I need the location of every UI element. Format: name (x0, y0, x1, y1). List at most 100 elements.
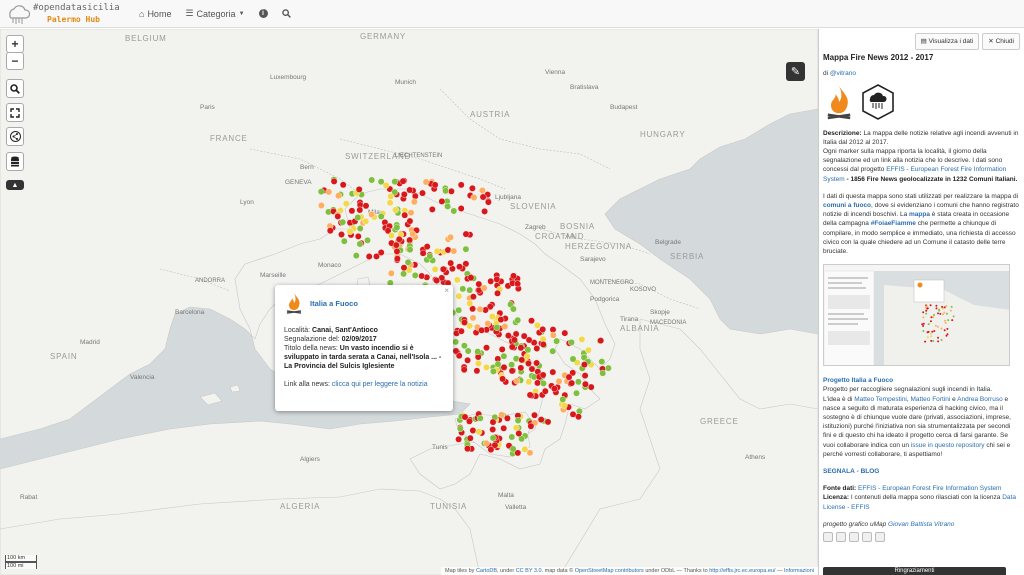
fire-marker[interactable] (494, 289, 501, 297)
fire-marker[interactable] (456, 425, 464, 432)
fire-marker[interactable] (355, 185, 363, 193)
fire-marker[interactable] (498, 411, 505, 419)
fire-marker[interactable] (433, 247, 441, 255)
fire-marker[interactable] (515, 430, 523, 437)
fire-marker[interactable] (400, 270, 407, 278)
fire-marker[interactable] (426, 252, 434, 260)
fire-marker[interactable] (457, 205, 465, 212)
fire-marker[interactable] (493, 324, 501, 331)
fire-marker[interactable] (484, 320, 492, 327)
fire-marker[interactable] (605, 364, 612, 372)
fire-marker[interactable] (452, 338, 460, 346)
fire-marker[interactable] (581, 361, 588, 368)
fire-marker[interactable] (464, 445, 471, 453)
fire-marker[interactable] (478, 326, 485, 334)
fire-marker[interactable] (447, 233, 454, 241)
fire-marker[interactable] (582, 380, 589, 388)
fire-marker[interactable] (460, 366, 468, 374)
fire-marker[interactable] (487, 277, 495, 285)
ringraziamenti-button[interactable]: Ringraziamenti (823, 567, 1006, 575)
fire-marker[interactable] (431, 181, 439, 189)
fire-marker[interactable] (399, 177, 407, 185)
fire-marker[interactable] (511, 336, 518, 344)
fire-marker[interactable] (356, 206, 364, 214)
fire-marker[interactable] (406, 236, 413, 244)
fire-marker[interactable] (559, 395, 567, 403)
fire-marker[interactable] (483, 363, 490, 371)
fire-marker[interactable] (581, 372, 589, 379)
fire-marker[interactable] (549, 347, 557, 355)
fire-marker[interactable] (513, 377, 521, 385)
fire-marker[interactable] (468, 184, 476, 192)
fire-marker[interactable] (499, 375, 506, 383)
fire-marker[interactable] (480, 284, 488, 292)
fire-marker[interactable] (549, 331, 557, 339)
fire-marker[interactable] (544, 418, 552, 426)
fire-marker[interactable] (317, 188, 325, 196)
fire-marker[interactable] (393, 247, 401, 255)
fire-marker[interactable] (466, 434, 474, 442)
fire-marker[interactable] (362, 217, 370, 225)
panel-author-link[interactable]: @vitrano (830, 70, 856, 77)
fire-marker[interactable] (418, 272, 426, 280)
fire-marker[interactable] (388, 232, 395, 239)
fire-marker[interactable] (462, 245, 470, 253)
fire-marker[interactable] (456, 263, 463, 271)
print-icon[interactable] (875, 532, 885, 543)
fire-marker[interactable] (489, 434, 497, 442)
fire-marker[interactable] (487, 446, 495, 453)
fire-marker[interactable] (464, 356, 471, 364)
fire-marker[interactable] (498, 345, 506, 353)
fire-marker[interactable] (508, 343, 516, 351)
fire-marker[interactable] (553, 337, 560, 345)
fire-marker[interactable] (599, 369, 607, 377)
fire-marker[interactable] (501, 323, 509, 330)
fire-marker[interactable] (460, 342, 468, 350)
fire-marker[interactable] (479, 193, 487, 201)
collapse-button[interactable]: ▲ (6, 180, 24, 190)
fire-marker[interactable] (461, 319, 468, 326)
fire-marker[interactable] (512, 424, 520, 432)
fire-marker[interactable] (362, 202, 370, 210)
fire-marker[interactable] (387, 192, 395, 200)
foiaefiamme-link[interactable]: #FoiaeFiamme (871, 220, 916, 227)
fire-marker[interactable] (470, 194, 478, 201)
fire-marker[interactable] (450, 247, 458, 255)
fire-marker[interactable] (447, 187, 455, 195)
fire-marker[interactable] (534, 379, 541, 387)
fire-marker[interactable] (551, 385, 558, 393)
fire-marker[interactable] (338, 231, 345, 238)
fire-marker[interactable] (533, 359, 540, 367)
fire-marker[interactable] (521, 445, 529, 453)
brand[interactable]: #opendatasicilia Palermo Hub (0, 0, 125, 28)
facebook-icon[interactable] (823, 532, 833, 543)
fire-marker[interactable] (528, 317, 535, 325)
fire-marker[interactable] (339, 181, 347, 189)
fire-marker[interactable] (447, 259, 455, 267)
fire-marker[interactable] (476, 305, 484, 313)
popup-news-link[interactable]: clicca qui per leggere la notizia (332, 381, 428, 388)
fire-marker[interactable] (500, 352, 508, 360)
attr-cartodb-link[interactable]: CartoDB (476, 568, 497, 574)
fire-marker[interactable] (466, 286, 474, 294)
fire-marker[interactable] (391, 178, 399, 186)
fire-marker[interactable] (422, 178, 430, 186)
fire-marker[interactable] (404, 258, 412, 266)
fire-marker[interactable] (517, 344, 525, 352)
mappa-link[interactable]: mappa (909, 211, 930, 218)
fire-marker[interactable] (346, 228, 354, 236)
comuni-a-fuoco-link[interactable]: comuni a fuoco (823, 202, 871, 209)
fire-marker[interactable] (488, 313, 496, 320)
fire-marker[interactable] (464, 347, 472, 355)
author-fortini-link[interactable]: Matteo Fortini (911, 396, 951, 403)
fire-marker[interactable] (392, 241, 400, 249)
fire-marker[interactable] (525, 378, 533, 386)
fire-marker[interactable] (419, 189, 426, 197)
fire-marker[interactable] (555, 377, 563, 385)
fire-marker[interactable] (469, 427, 477, 434)
fire-marker[interactable] (317, 202, 325, 209)
fire-marker[interactable] (439, 265, 447, 273)
fire-marker[interactable] (526, 391, 534, 399)
fire-marker[interactable] (462, 230, 470, 238)
fire-marker[interactable] (494, 360, 502, 368)
